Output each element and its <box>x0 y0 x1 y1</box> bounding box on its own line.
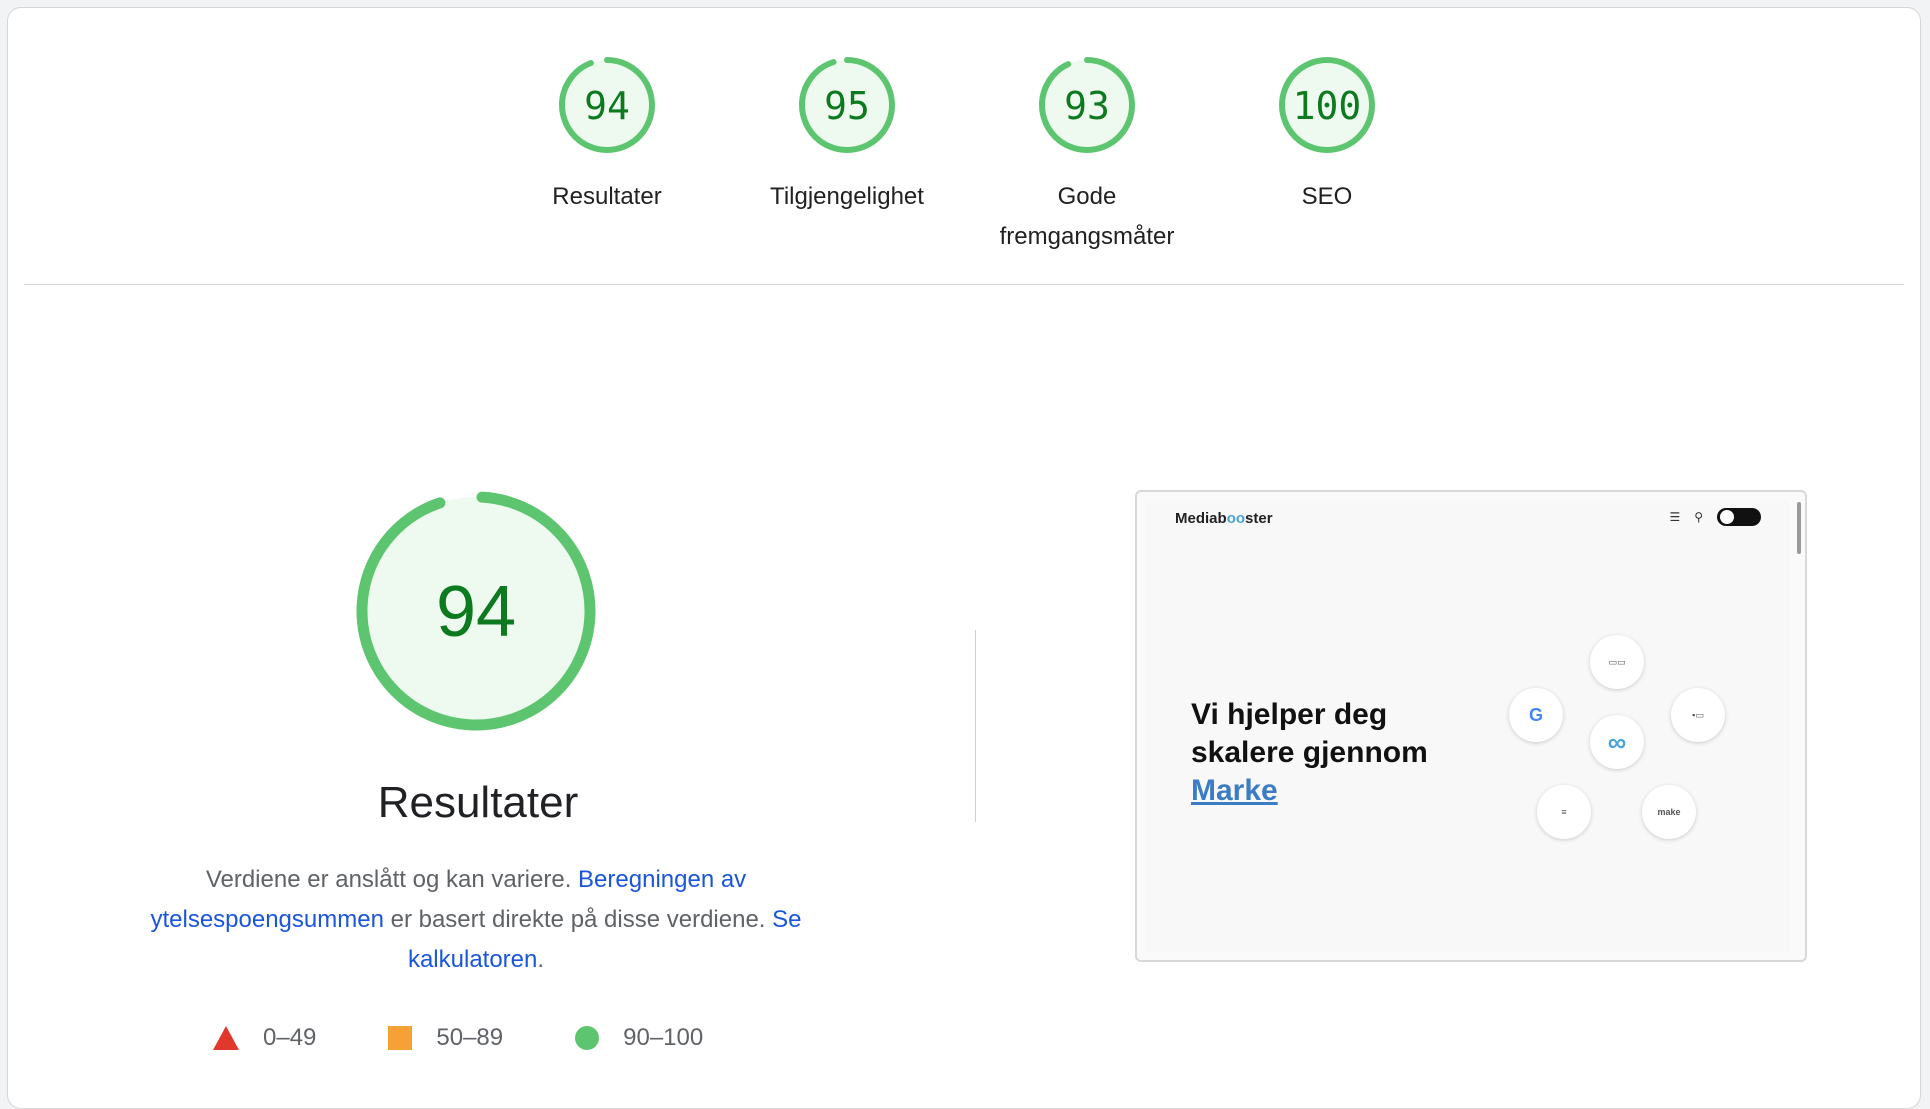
headline-text: Vi hjelper deg skalere gjennom <box>1191 698 1428 769</box>
performance-main-gauge: 94 <box>356 491 596 731</box>
desc-text: er basert direkte på disse verdiene. <box>383 906 773 933</box>
gauge-label: Gode fremgangsmåter <box>999 183 1175 250</box>
desc-text: . <box>537 946 545 973</box>
partner-logo-icon: ≡ <box>1561 807 1567 817</box>
partner-bubble-make: make <box>1642 785 1696 839</box>
partner-bubble: ≡ <box>1537 785 1591 839</box>
partner-logo-icon: ▭▭ <box>1608 656 1626 667</box>
gauge-label: Tilgjengelighet <box>770 183 924 210</box>
scrollbar[interactable] <box>1797 502 1801 554</box>
gauge-ring: 93 <box>1039 57 1135 153</box>
infinity-icon: ∞ <box>1607 726 1627 757</box>
partner-bubble-center: ∞ <box>1590 715 1644 769</box>
gauge-score: 93 <box>1064 84 1110 128</box>
google-icon: G <box>1528 704 1543 725</box>
performance-title: Resultater <box>377 778 579 827</box>
gauge-score: 95 <box>824 84 870 128</box>
gauge-label: Resultater <box>552 183 662 210</box>
category-gauges: 94 Resultater 95 Tilgjengelighet 93 Gode… <box>8 8 1920 288</box>
performance-description: Verdiene er anslått og kan variere. Bere… <box>126 860 826 980</box>
logo-text: ster <box>1245 510 1273 527</box>
partner-bubble-google: G <box>1509 688 1563 742</box>
gauge-performance[interactable]: 94 Resultater <box>507 55 707 217</box>
partner-logo-icon: ▪▭ <box>1692 709 1704 720</box>
gauge-label: SEO <box>1301 183 1353 210</box>
gauge-score: 94 <box>584 84 630 128</box>
logo-text: Mediab <box>1175 510 1227 527</box>
gauge-ring: 95 <box>799 57 895 153</box>
lighthouse-report: 94 Resultater 95 Tilgjengelighet 93 Gode… <box>7 7 1921 1109</box>
gauge-ring: 94 <box>559 57 655 153</box>
search-icon: ⚲ <box>1694 510 1703 524</box>
legend-fail-label: 0–49 <box>263 1024 317 1051</box>
score-legend: 0–49 50–89 90–100 <box>213 1018 775 1058</box>
partner-bubble: ▪▭ <box>1671 688 1725 742</box>
final-screenshot[interactable]: Mediabooster ☰ ⚲ Vi hjelper deg skalere … <box>1135 490 1807 962</box>
menu-icon: ☰ <box>1669 510 1681 524</box>
circle-icon <box>575 1026 600 1050</box>
legend-average: 50–89 <box>388 1024 503 1052</box>
logo-oo: oo <box>1226 510 1246 527</box>
site-header-icons: ☰ ⚲ <box>1669 508 1761 526</box>
gauge-best-practices[interactable]: 93 Gode fremgangsmåter <box>987 55 1187 257</box>
gauge-accessibility[interactable]: 95 Tilgjengelighet <box>747 55 947 217</box>
performance-score: 94 <box>436 572 516 652</box>
legend-average-label: 50–89 <box>436 1024 504 1051</box>
legend-pass-label: 90–100 <box>623 1024 704 1051</box>
gauge-score: 100 <box>1293 84 1362 128</box>
site-headline: Vi hjelper deg skalere gjennom Marke <box>1191 696 1491 810</box>
triangle-icon <box>213 1026 239 1050</box>
gauge-seo[interactable]: 100 SEO <box>1227 55 1427 217</box>
headline-link: Marke <box>1191 774 1278 807</box>
screenshot-page: Mediabooster ☰ ⚲ Vi hjelper deg skalere … <box>1145 500 1789 952</box>
make-logo: make <box>1657 807 1681 817</box>
desc-text: Verdiene er anslått og kan variere. <box>205 866 579 893</box>
vertical-divider <box>975 630 976 822</box>
theme-toggle <box>1717 508 1761 526</box>
legend-pass: 90–100 <box>575 1024 703 1052</box>
partner-bubble: ▭▭ <box>1590 635 1644 689</box>
site-logo: Mediabooster <box>1175 510 1273 527</box>
square-icon <box>388 1026 413 1050</box>
section-divider <box>24 284 1904 285</box>
legend-fail: 0–49 <box>213 1024 316 1052</box>
gauge-ring: 100 <box>1279 57 1375 153</box>
